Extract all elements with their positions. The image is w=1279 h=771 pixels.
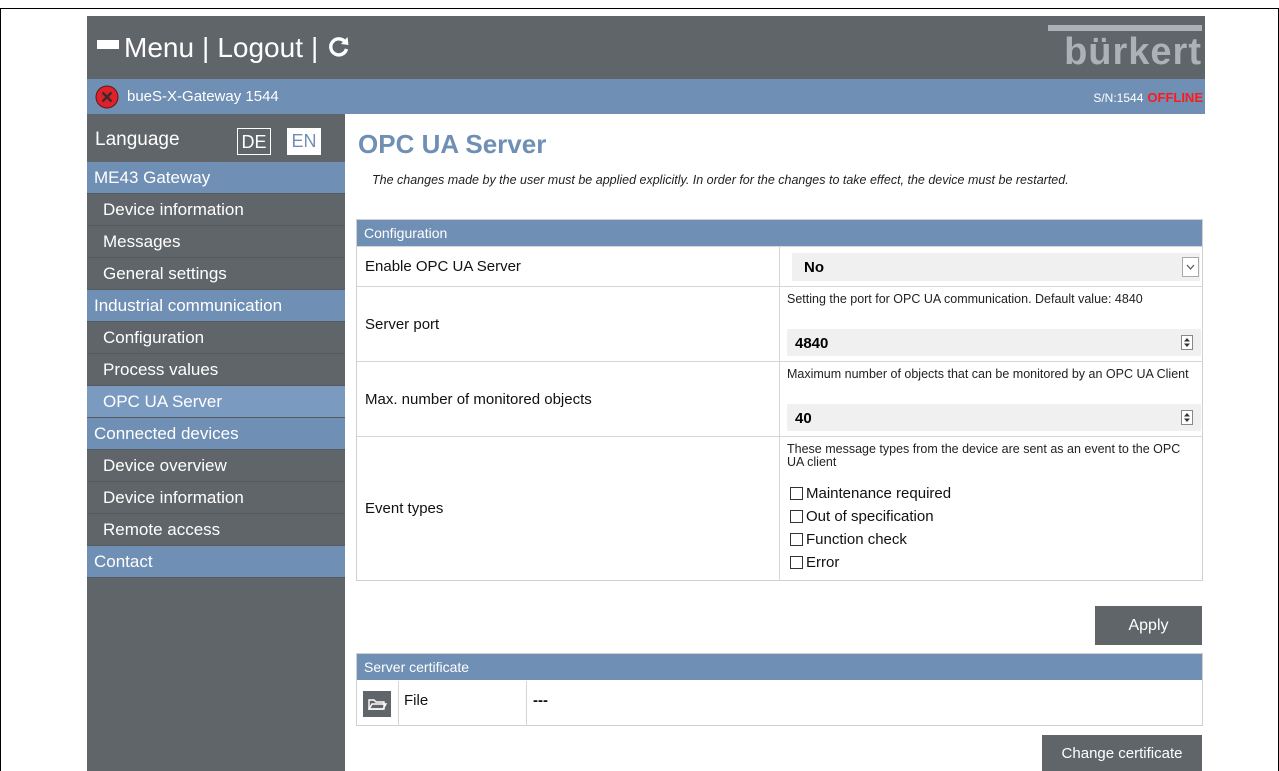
status-bar: bueS-X-Gateway 1544 S/N:1544 OFFLINE [87, 79, 1205, 114]
event-label: Error [806, 554, 840, 571]
checkbox-icon[interactable] [790, 556, 803, 569]
event-checkbox-maintenance[interactable]: Maintenance required [790, 485, 951, 502]
info-text: The changes made by the user must be app… [372, 173, 1069, 187]
port-label: Server port [365, 316, 440, 333]
sidebar-item-device-information-2[interactable]: Device information [87, 482, 345, 514]
sidebar-item-remote-access[interactable]: Remote access [87, 514, 345, 546]
enable-row: Enable OPC UA Server No [357, 246, 1202, 287]
chevron-down-icon[interactable] [1182, 257, 1199, 277]
max-objects-hint: Maximum number of objects that can be mo… [787, 367, 1189, 381]
app-window: Menu | Logout | bürkert bueS-X-Gateway 1… [87, 16, 1205, 771]
server-certificate-panel: Server certificate File --- [356, 653, 1203, 726]
device-status: S/N:1544 OFFLINE [1093, 90, 1203, 105]
brand-name: bürkert [1064, 31, 1202, 73]
sidebar: Language DE EN ME43 Gateway Device infor… [87, 114, 345, 771]
header-separator: | [202, 32, 210, 63]
event-checkbox-out-of-spec[interactable]: Out of specification [790, 508, 934, 525]
logout-link[interactable]: Logout [217, 32, 303, 64]
spinner-icon[interactable] [1181, 335, 1193, 350]
sidebar-section-contact[interactable]: Contact [87, 546, 345, 578]
event-types-row: Event types These message types from the… [357, 436, 1202, 581]
burkert-logo: bürkert [1048, 25, 1202, 73]
certificate-file-row: File --- [357, 681, 1202, 725]
file-label: File [404, 692, 429, 709]
sidebar-item-device-information[interactable]: Device information [87, 194, 345, 226]
port-hint: Setting the port for OPC UA communicatio… [787, 292, 1143, 306]
configuration-panel: Configuration Enable OPC UA Server No Se… [356, 219, 1203, 581]
max-objects-row: Max. number of monitored objects Maximum… [357, 361, 1202, 437]
event-types-label: Event types [365, 500, 444, 517]
menu-link[interactable]: Menu [124, 32, 194, 64]
sidebar-item-process-values[interactable]: Process values [87, 354, 345, 386]
sidebar-section-industrial-communication[interactable]: Industrial communication [87, 290, 345, 322]
page-title: OPC UA Server [358, 129, 547, 159]
max-objects-label: Max. number of monitored objects [365, 391, 592, 408]
language-label: Language [95, 129, 180, 150]
port-input[interactable]: 4840 [787, 329, 1201, 356]
event-types-hint: These message types from the device are … [787, 442, 1181, 469]
folder-open-icon[interactable] [363, 691, 391, 717]
sidebar-item-messages[interactable]: Messages [87, 226, 345, 258]
configuration-heading: Configuration [357, 220, 1202, 246]
event-checkbox-error[interactable]: Error [790, 554, 839, 571]
sidebar-item-general-settings[interactable]: General settings [87, 258, 345, 290]
frame-border-left [0, 8, 1, 771]
change-certificate-button[interactable]: Change certificate [1042, 735, 1202, 771]
enable-select[interactable]: No [792, 253, 1200, 281]
main-content: OPC UA Server The changes made by the us… [345, 114, 1205, 771]
sidebar-item-configuration[interactable]: Configuration [87, 322, 345, 354]
checkbox-icon[interactable] [790, 510, 803, 523]
refresh-icon[interactable] [328, 32, 350, 64]
device-name: bueS-X-Gateway 1544 [127, 88, 279, 105]
port-value: 4840 [795, 335, 829, 352]
language-row: Language DE EN [87, 114, 345, 162]
header-separator: | [310, 32, 319, 63]
error-icon [95, 85, 119, 109]
sidebar-nav: ME43 Gateway Device information Messages… [87, 162, 345, 578]
checkbox-icon[interactable] [790, 533, 803, 546]
spinner-icon[interactable] [1181, 410, 1193, 425]
server-certificate-heading: Server certificate [357, 654, 1202, 680]
sidebar-item-device-overview[interactable]: Device overview [87, 450, 345, 482]
checkbox-icon[interactable] [790, 487, 803, 500]
hamburger-icon[interactable] [97, 39, 119, 57]
file-value: --- [533, 692, 548, 709]
offline-badge: OFFLINE [1147, 90, 1203, 105]
sidebar-section-me43-gateway[interactable]: ME43 Gateway [87, 162, 345, 194]
port-row: Server port Setting the port for OPC UA … [357, 286, 1202, 362]
max-objects-value: 40 [795, 410, 812, 427]
serial-number: S/N:1544 [1093, 91, 1144, 105]
event-label: Function check [806, 531, 907, 548]
apply-button[interactable]: Apply [1095, 606, 1202, 645]
sidebar-item-opc-ua-server[interactable]: OPC UA Server [87, 386, 345, 418]
enable-label: Enable OPC UA Server [365, 258, 521, 275]
language-en-button[interactable]: EN [287, 128, 321, 155]
top-header: Menu | Logout | bürkert [87, 16, 1205, 79]
event-checkbox-function-check[interactable]: Function check [790, 531, 907, 548]
enable-select-value: No [804, 259, 824, 276]
header-menu-line: Menu | Logout | [97, 30, 350, 66]
sidebar-section-connected-devices[interactable]: Connected devices [87, 418, 345, 450]
frame-border-top [0, 8, 1279, 9]
max-objects-input[interactable]: 40 [787, 404, 1201, 431]
language-de-button[interactable]: DE [237, 128, 271, 155]
event-label: Maintenance required [806, 485, 952, 502]
event-label: Out of specification [806, 508, 934, 525]
